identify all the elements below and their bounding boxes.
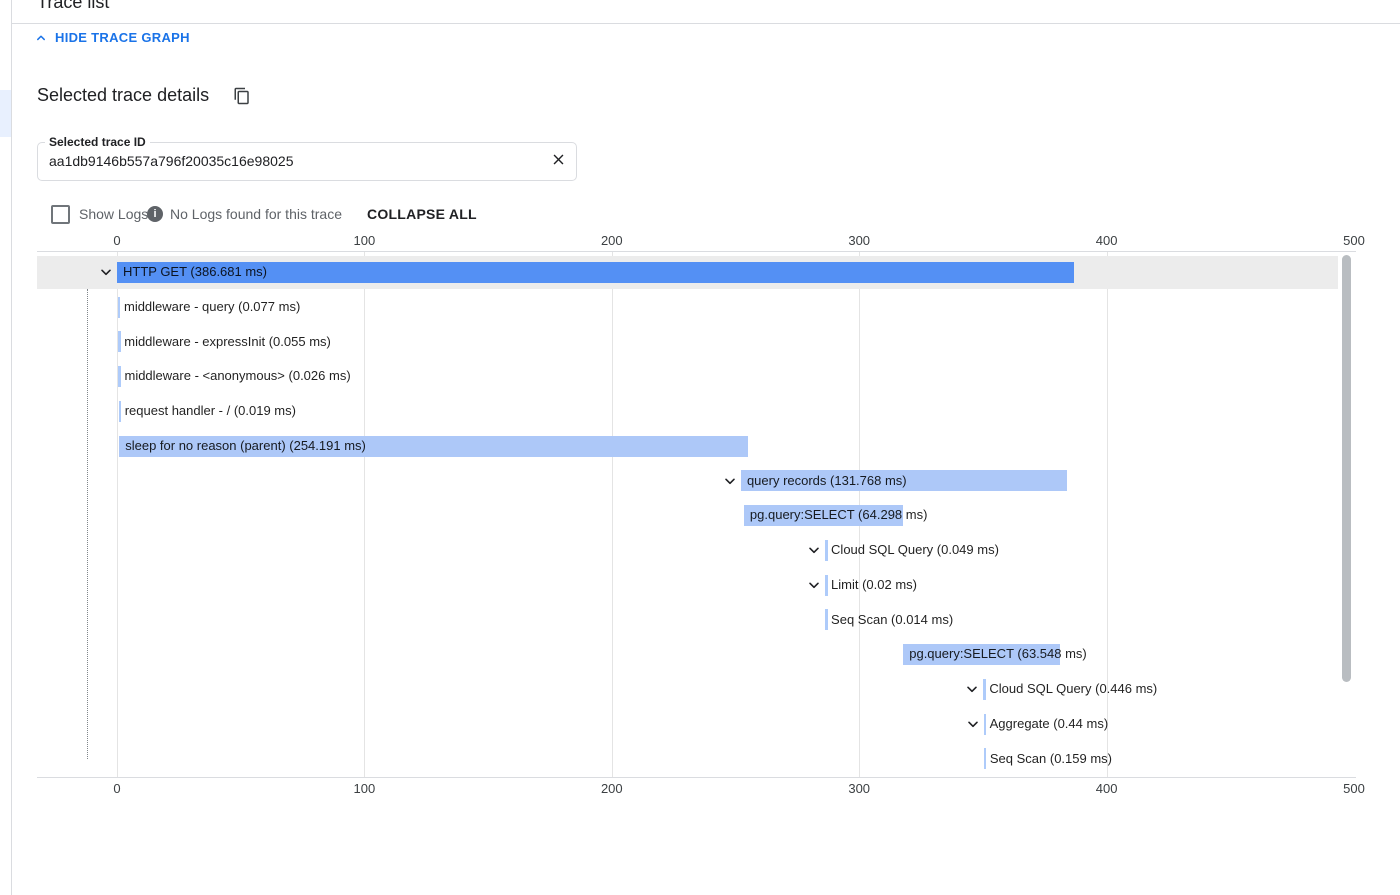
show-logs-checkbox[interactable] (51, 205, 70, 224)
axis-line-bottom (37, 777, 1356, 778)
span-label: query records (131.768 ms) (747, 464, 907, 499)
span-bar[interactable] (984, 748, 987, 769)
axis-tick-label-bottom: 100 (354, 781, 376, 796)
axis-line-top (37, 251, 1356, 252)
span-label: sleep for no reason (parent) (254.191 ms… (125, 429, 366, 464)
axis-tick-label-top: 300 (848, 233, 870, 248)
axis-tick-label-top: 500 (1343, 233, 1365, 248)
collapse-all-button[interactable]: COLLAPSE ALL (367, 206, 477, 222)
chevron-down-icon[interactable] (964, 681, 980, 697)
axis-gridline (364, 252, 365, 777)
hide-trace-graph-button[interactable]: HIDE TRACE GRAPH (34, 30, 190, 45)
axis-tick-label-top: 200 (601, 233, 623, 248)
span-label: Cloud SQL Query (0.049 ms) (831, 533, 999, 568)
span-label: middleware - expressInit (0.055 ms) (124, 325, 331, 360)
header-divider (11, 23, 1400, 24)
span-label: Limit (0.02 ms) (831, 568, 917, 603)
copy-icon[interactable] (232, 87, 252, 107)
chevron-down-icon[interactable] (806, 542, 822, 558)
axis-tick-label-bottom: 500 (1343, 781, 1365, 796)
axis-gridline (612, 252, 613, 777)
span-bar[interactable] (119, 401, 122, 422)
left-panel-divider (11, 0, 12, 895)
axis-tick-label-top: 0 (113, 233, 120, 248)
span-label: request handler - / (0.019 ms) (125, 394, 296, 429)
span-label: HTTP GET (386.681 ms) (123, 255, 267, 290)
chevron-down-icon[interactable] (965, 716, 981, 732)
span-label: Seq Scan (0.014 ms) (831, 603, 953, 638)
span-label: Cloud SQL Query (0.446 ms) (989, 672, 1157, 707)
span-bar[interactable] (825, 540, 828, 561)
clear-trace-id-button[interactable] (548, 151, 568, 171)
tree-guide-dotted-line (87, 289, 88, 759)
span-bar[interactable] (825, 575, 828, 596)
axis-tick-label-bottom: 300 (848, 781, 870, 796)
vertical-scrollbar-thumb[interactable] (1342, 255, 1351, 682)
span-label: middleware - <anonymous> (0.026 ms) (124, 359, 350, 394)
no-logs-message: No Logs found for this trace (170, 206, 342, 222)
hide-trace-graph-label: HIDE TRACE GRAPH (55, 30, 190, 45)
span-bar[interactable] (118, 297, 121, 318)
axis-tick-label-top: 100 (354, 233, 376, 248)
trace-list-title: Trace list (37, 0, 109, 13)
span-bar[interactable] (118, 366, 121, 387)
span-label: middleware - query (0.077 ms) (124, 290, 300, 325)
cloud-trace-page: Trace list HIDE TRACE GRAPH Selected tra… (0, 0, 1400, 895)
span-label: Seq Scan (0.159 ms) (990, 742, 1112, 777)
info-icon: i (147, 206, 163, 222)
selected-trace-details-title: Selected trace details (37, 85, 209, 106)
span-bar[interactable] (825, 609, 828, 630)
span-label: pg.query:SELECT (63.548 ms) (909, 637, 1087, 672)
selected-trace-id-input[interactable] (49, 144, 539, 177)
axis-tick-label-bottom: 200 (601, 781, 623, 796)
axis-tick-label-bottom: 0 (113, 781, 120, 796)
left-panel-highlight (0, 90, 11, 137)
show-logs-label: Show Logs (79, 206, 148, 222)
chevron-down-icon[interactable] (806, 577, 822, 593)
span-bar[interactable] (118, 331, 121, 352)
chevron-down-icon[interactable] (722, 473, 738, 489)
axis-tick-label-top: 400 (1096, 233, 1118, 248)
chevron-up-icon (34, 31, 48, 45)
chevron-down-icon[interactable] (98, 264, 114, 280)
span-bar[interactable] (983, 679, 986, 700)
span-label: Aggregate (0.44 ms) (990, 707, 1109, 742)
span-label: pg.query:SELECT (64.298 ms) (750, 498, 928, 533)
span-bar[interactable] (984, 714, 987, 735)
axis-tick-label-bottom: 400 (1096, 781, 1118, 796)
selected-trace-id-field: Selected trace ID (37, 142, 577, 181)
